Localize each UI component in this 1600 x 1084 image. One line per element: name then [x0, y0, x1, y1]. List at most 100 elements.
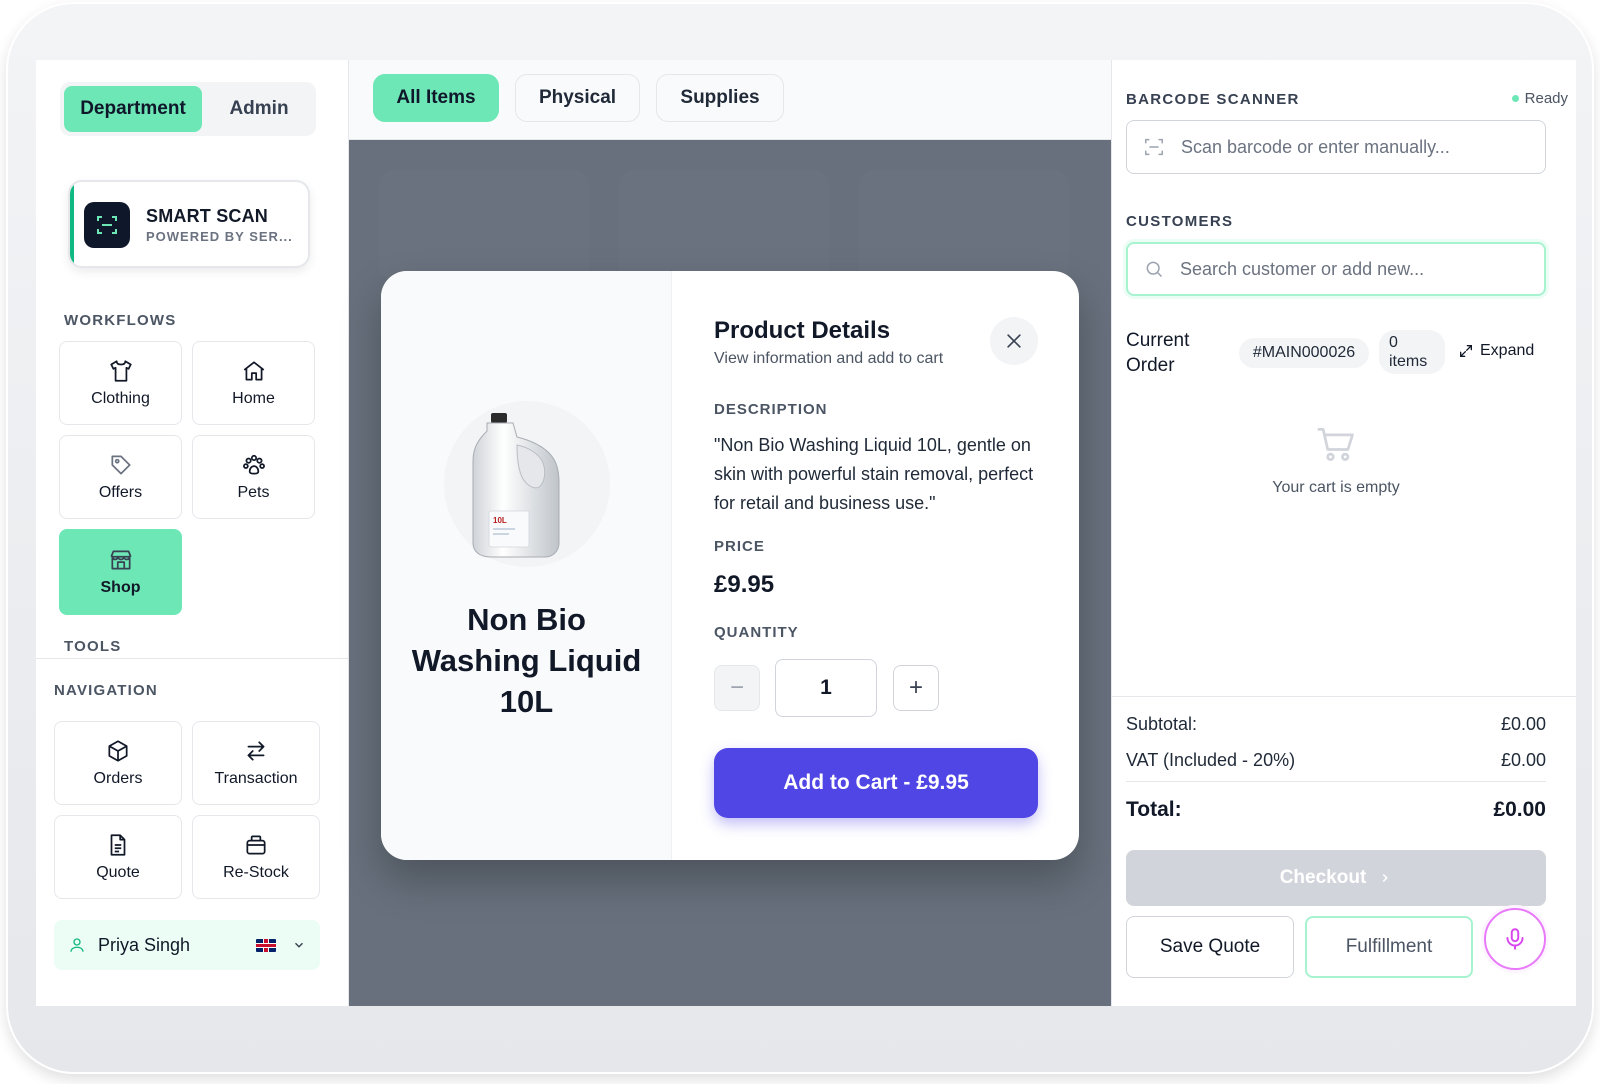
product-details-modal: 10L Non Bio Washing Liquid 10L Product D…: [381, 271, 1079, 860]
cart-panel: BARCODE SCANNER Ready Scan barcode or en…: [1111, 60, 1576, 1006]
subtotal-row: Subtotal: £0.00: [1126, 714, 1546, 735]
nav-transaction[interactable]: Transaction: [192, 721, 320, 805]
nav-label: Orders: [93, 770, 143, 787]
customer-placeholder: Search customer or add new...: [1180, 258, 1425, 279]
category-tabs: All Items Physical Supplies: [349, 60, 1111, 140]
increase-quantity-button[interactable]: +: [893, 665, 939, 711]
chevron-right-icon: [1382, 873, 1389, 883]
save-quote-button[interactable]: Save Quote: [1126, 916, 1294, 978]
user-name: Priya Singh: [98, 934, 191, 955]
cart-icon: [1317, 427, 1354, 461]
smart-scan-card[interactable]: SMART SCAN POWERED BY SER...: [68, 180, 310, 268]
navigation-heading: NAVIGATION: [54, 682, 158, 699]
close-icon: [1007, 334, 1021, 348]
expand-icon: [1460, 345, 1472, 357]
tab-all-items[interactable]: All Items: [373, 74, 499, 122]
vat-label: VAT (Included - 20%): [1126, 750, 1296, 770]
product-description: "Non Bio Washing Liquid 10L, gentle on s…: [714, 435, 1034, 513]
workflow-clothing[interactable]: Clothing: [59, 341, 182, 425]
workflow-label: Clothing: [91, 390, 150, 407]
price-label: PRICE: [714, 538, 765, 555]
current-order-label: Current Order: [1126, 330, 1190, 376]
order-id-badge: #MAIN000026: [1239, 338, 1369, 368]
current-order-bar: Current Order #MAIN000026 0 items Expand: [1126, 328, 1546, 378]
admin-tab[interactable]: Admin: [206, 86, 312, 132]
items-count-badge: 0 items: [1379, 330, 1445, 374]
workflow-offers[interactable]: Offers: [59, 435, 182, 519]
workflow-label: Pets: [237, 484, 270, 501]
checkout-button[interactable]: Checkout: [1126, 850, 1546, 906]
status-dot: [1511, 95, 1519, 102]
tools-heading: TOOLS: [64, 638, 122, 655]
tab-physical[interactable]: Physical: [515, 74, 640, 122]
scan-icon: [1145, 138, 1163, 156]
status-text: Ready: [1524, 90, 1568, 107]
divider: [1126, 781, 1546, 782]
workflows-heading: WORKFLOWS: [64, 312, 177, 329]
scanner-status: Ready: [1511, 90, 1568, 107]
checkout-label: Checkout: [1279, 867, 1367, 888]
subtotal-value: £0.00: [1500, 714, 1546, 734]
barcode-placeholder: Scan barcode or enter manually...: [1181, 136, 1450, 157]
uk-flag-icon: [256, 938, 276, 952]
voice-button[interactable]: [1484, 908, 1546, 970]
app-screen: Department Admin SMART SCAN POWERED BY S…: [36, 60, 1576, 1006]
total-value: £0.00: [1493, 798, 1546, 821]
customers-heading: CUSTOMERS: [1126, 213, 1234, 230]
description-label: DESCRIPTION: [714, 401, 828, 418]
box-icon: [108, 740, 128, 762]
empty-cart: Your cart is empty: [1126, 422, 1546, 497]
restock-icon: [246, 835, 266, 855]
barcode-input[interactable]: Scan barcode or enter manually...: [1126, 120, 1546, 174]
department-tab[interactable]: Department: [64, 86, 202, 132]
total-row: Total: £0.00: [1126, 798, 1546, 822]
workflow-shop[interactable]: Shop: [59, 529, 182, 615]
arrows-swap-icon: [247, 741, 265, 761]
nav-label: Quote: [96, 864, 140, 881]
quantity-input[interactable]: 1: [775, 659, 877, 717]
shirt-icon: [109, 360, 132, 382]
decrease-quantity-button[interactable]: −: [714, 665, 760, 711]
nav-orders[interactable]: Orders: [54, 721, 182, 805]
tag-icon: [110, 455, 131, 475]
expand-button[interactable]: Expand: [1458, 342, 1534, 360]
divider: [36, 658, 349, 659]
home-icon: [243, 361, 264, 381]
empty-cart-text: Your cart is empty: [1272, 479, 1400, 496]
nav-restock[interactable]: Re-Stock: [192, 815, 320, 899]
user-icon: [70, 938, 84, 952]
total-label: Total:: [1126, 798, 1182, 821]
quantity-label: QUANTITY: [714, 624, 799, 641]
document-icon: [110, 834, 126, 856]
close-button[interactable]: [990, 317, 1038, 365]
nav-label: Re-Stock: [223, 864, 289, 881]
workflow-pets[interactable]: Pets: [192, 435, 315, 519]
search-icon: [1146, 261, 1163, 278]
paw-icon: [242, 454, 265, 475]
nav-quote[interactable]: Quote: [54, 815, 182, 899]
chevron-down-icon: [295, 942, 303, 948]
customer-search-input[interactable]: Search customer or add new...: [1126, 242, 1546, 296]
tab-supplies[interactable]: Supplies: [656, 74, 784, 122]
product-preview: 10L Non Bio Washing Liquid 10L: [381, 271, 672, 860]
mode-switch: Department Admin: [60, 82, 316, 136]
product-image-label: 10L: [493, 516, 507, 525]
product-image: 10L: [472, 413, 560, 558]
barcode-scanner-heading: BARCODE SCANNER: [1126, 91, 1300, 108]
workflow-home[interactable]: Home: [192, 341, 315, 425]
smart-scan-subtitle: POWERED BY SER...: [146, 229, 293, 244]
add-to-cart-button[interactable]: Add to Cart - £9.95: [714, 748, 1038, 818]
modal-subtitle: View information and add to cart: [714, 350, 944, 367]
totals-divider: [1112, 696, 1576, 697]
product-price: £9.95: [714, 571, 775, 598]
vat-value: £0.00: [1500, 750, 1546, 770]
scan-icon: [84, 202, 130, 248]
workflow-label: Offers: [98, 484, 143, 501]
tablet-frame: Department Admin SMART SCAN POWERED BY S…: [6, 2, 1594, 1074]
user-menu[interactable]: Priya Singh: [54, 920, 320, 970]
vat-row: VAT (Included - 20%) £0.00: [1126, 750, 1546, 771]
microphone-icon: [1506, 928, 1524, 950]
workflow-label: Home: [232, 390, 275, 407]
product-name: Non Bio Washing Liquid 10L: [411, 602, 642, 719]
fulfillment-button[interactable]: Fulfillment: [1305, 916, 1473, 978]
